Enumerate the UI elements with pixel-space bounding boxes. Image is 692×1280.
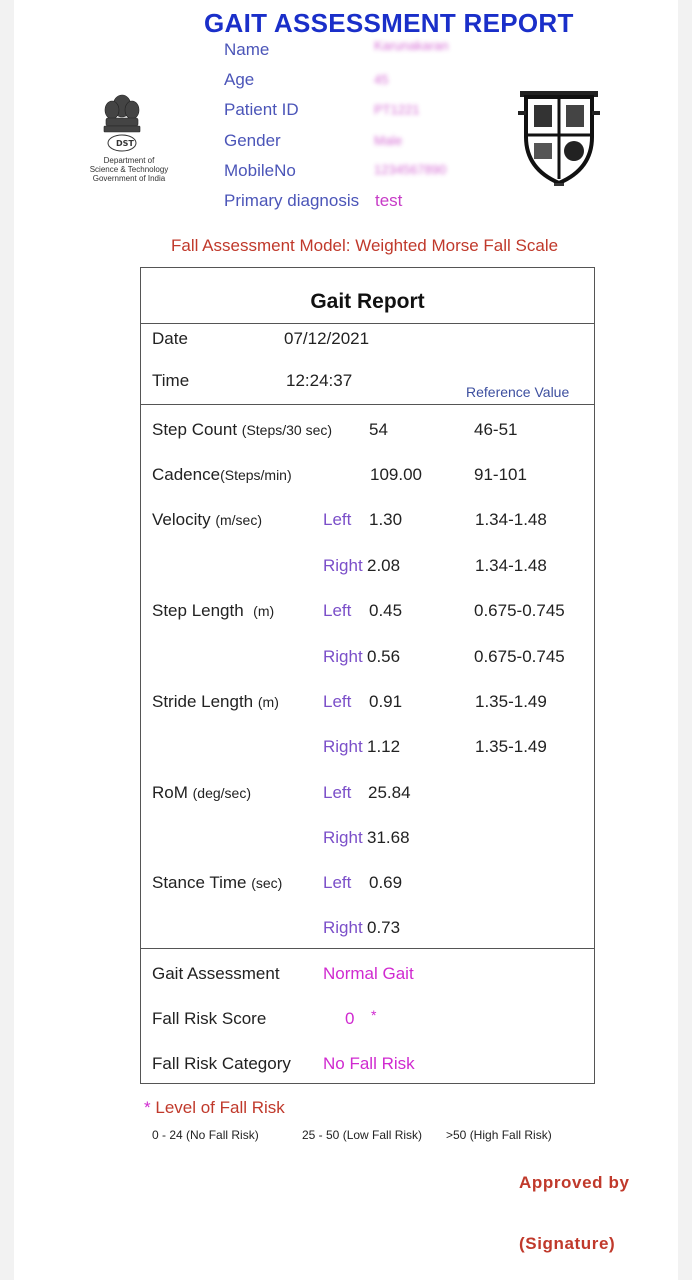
stride-length-right-ref: 1.35-1.49 <box>475 737 547 756</box>
legend-level-high-risk: >50 (High Fall Risk) <box>446 1128 552 1142</box>
stance-time-right-value: 0.73 <box>367 918 401 937</box>
legend-level-no-risk: 0 - 24 (No Fall Risk) <box>152 1128 259 1142</box>
crest-icon <box>518 91 600 186</box>
step-count-ref: 46-51 <box>474 420 518 439</box>
divider <box>141 948 594 949</box>
dst-caption-line3: Government of India <box>92 174 166 183</box>
date-value: 07/12/2021 <box>284 329 370 348</box>
patient-name-label: Name <box>224 40 270 59</box>
stride-length-label: Stride Length (m) <box>152 692 279 712</box>
date-label: Date <box>152 329 188 348</box>
metric-unit: (Steps/min) <box>220 467 292 483</box>
rom-left-value: 25.84 <box>368 783 411 802</box>
legend-marker: * <box>144 1098 151 1117</box>
velocity-left-ref: 1.34-1.48 <box>475 510 547 529</box>
svg-text:DST: DST <box>116 139 134 148</box>
gait-report-title: Gait Report <box>310 290 425 313</box>
gait-assessment-value: Normal Gait <box>323 964 414 983</box>
report-page: GAIT ASSESSMENT REPORT DST Department of… <box>14 0 678 1280</box>
stride-length-left-ref: 1.35-1.49 <box>475 692 547 711</box>
metric-name: RoM <box>152 783 188 802</box>
velocity-left-value: 1.30 <box>369 510 403 529</box>
stance-time-left-value: 0.69 <box>369 873 403 892</box>
metric-name: Velocity <box>152 510 211 529</box>
patient-gender-label: Gender <box>224 131 281 150</box>
step-length-right-value: 0.56 <box>367 647 401 666</box>
patient-name-value: Karunakaran <box>374 38 449 53</box>
stride-length-left-value: 0.91 <box>369 692 403 711</box>
primary-diagnosis-label: Primary diagnosis <box>224 191 360 210</box>
patient-id-label: Patient ID <box>224 100 299 119</box>
fall-risk-score-value: 0 <box>345 1009 355 1028</box>
cadence-ref: 91-101 <box>474 465 527 484</box>
patient-age-label: Age <box>224 70 255 89</box>
divider <box>141 404 594 405</box>
rom-left-label: Left <box>323 783 352 802</box>
metric-unit: (sec) <box>251 875 283 891</box>
velocity-right-value: 2.08 <box>367 556 401 575</box>
dst-caption-line2: Science & Technology <box>89 165 169 174</box>
step-count-value: 54 <box>369 420 388 439</box>
cadence-label: Cadence(Steps/min) <box>152 465 292 485</box>
patient-mobile-label: MobileNo <box>224 161 296 180</box>
step-length-right-label: Right <box>323 647 363 666</box>
signature-placeholder: (Signature) <box>519 1234 616 1253</box>
patient-age-value: 45 <box>374 72 389 87</box>
reference-value-header: Reference Value <box>466 384 570 400</box>
rom-right-label: Right <box>323 828 363 847</box>
stride-length-right-value: 1.12 <box>367 737 401 756</box>
patient-mobile-value: 1234567890 <box>374 162 447 177</box>
velocity-right-ref: 1.34-1.48 <box>475 556 547 575</box>
dst-caption-line1: Department of <box>103 156 155 165</box>
step-length-label: Step Length (m) <box>152 601 274 621</box>
stride-length-left-label: Left <box>323 692 352 711</box>
metric-unit: (m) <box>257 694 279 710</box>
metric-name: Stance Time <box>152 873 247 892</box>
approved-by-label: Approved by <box>519 1173 630 1192</box>
stance-time-right-label: Right <box>323 918 363 937</box>
step-length-left-label: Left <box>323 601 352 620</box>
stride-length-right-label: Right <box>323 737 363 756</box>
metric-name: Step Length <box>152 601 244 620</box>
velocity-label: Velocity (m/sec) <box>152 510 262 530</box>
stance-time-left-label: Left <box>323 873 352 892</box>
report-title: GAIT ASSESSMENT REPORT <box>204 8 574 38</box>
metric-name: Stride Length <box>152 692 254 711</box>
step-count-label: Step Count (Steps/30 sec) <box>152 420 332 440</box>
patient-id-value: PT1221 <box>374 102 420 117</box>
primary-diagnosis-value: test <box>375 191 403 210</box>
fall-risk-category-label: Fall Risk Category <box>152 1054 291 1073</box>
fall-assessment-model: Fall Assessment Model: Weighted Morse Fa… <box>171 236 559 255</box>
fall-risk-category-value: No Fall Risk <box>323 1054 415 1073</box>
fall-risk-score-label: Fall Risk Score <box>152 1009 267 1028</box>
patient-gender-value: Male <box>374 133 403 148</box>
time-label: Time <box>152 371 190 390</box>
legend-level-low-risk: 25 - 50 (Low Fall Risk) <box>302 1128 423 1142</box>
metric-unit: (Steps/30 sec) <box>241 422 333 438</box>
emblem-icon: DST <box>103 94 141 152</box>
dst-emblem-logo: DST Department of Science & Technology G… <box>74 88 184 198</box>
metric-unit: (m/sec) <box>215 512 262 528</box>
institution-crest-logo <box>514 87 604 192</box>
step-length-left-ref: 0.675-0.745 <box>474 601 565 620</box>
fall-risk-legend-title: * Level of Fall Risk <box>144 1098 285 1118</box>
divider <box>141 323 594 324</box>
fall-risk-score-marker: * <box>371 1007 377 1023</box>
gait-report-table: Gait Report Date 07/12/2021 Time 12:24:3… <box>140 267 595 1084</box>
step-length-right-ref: 0.675-0.745 <box>474 647 565 666</box>
time-value: 12:24:37 <box>286 371 353 390</box>
step-length-left-value: 0.45 <box>369 601 403 620</box>
rom-right-value: 31.68 <box>367 828 410 847</box>
velocity-left-label: Left <box>323 510 352 529</box>
metric-unit: (deg/sec) <box>192 785 251 801</box>
cadence-value: 109.00 <box>370 465 422 484</box>
metric-name: Step Count <box>152 420 238 439</box>
rom-label: RoM (deg/sec) <box>152 783 251 803</box>
legend-title-text: Level of Fall Risk <box>155 1098 285 1117</box>
gait-assessment-label: Gait Assessment <box>152 964 280 983</box>
velocity-right-label: Right <box>323 556 363 575</box>
metric-unit: (m) <box>253 603 275 619</box>
stance-time-label: Stance Time (sec) <box>152 873 282 893</box>
metric-name: Cadence <box>152 465 221 484</box>
